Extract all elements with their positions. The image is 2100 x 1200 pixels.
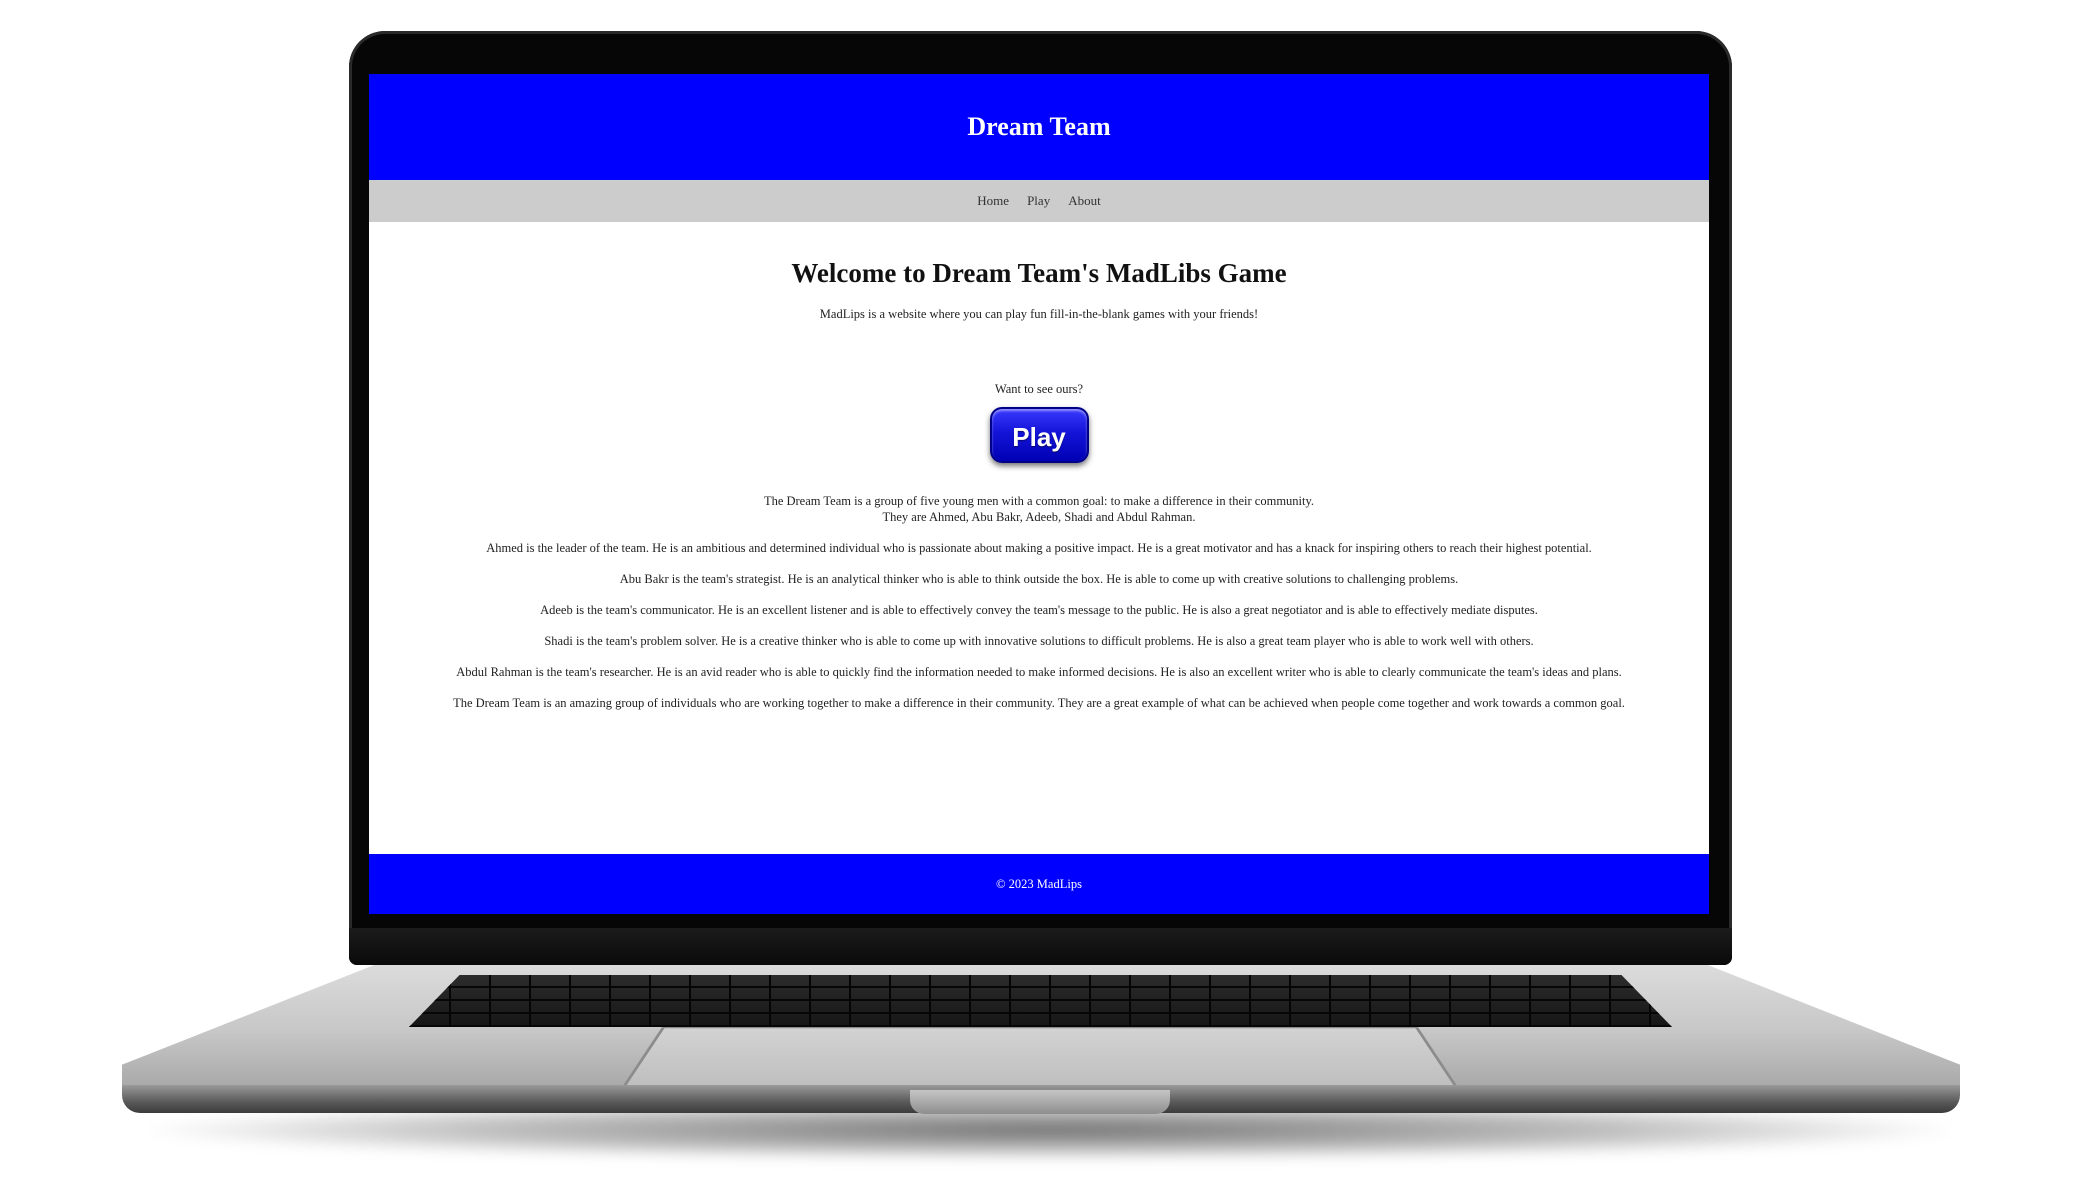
site-title: Dream Team [967,112,1111,141]
team-summary-line-2: They are Ahmed, Abu Bakr, Adeeb, Shadi a… [882,510,1196,524]
play-button[interactable]: Play [989,407,1089,463]
laptop-lid-chin [349,928,1732,965]
want-prompt: Want to see ours? [994,382,1084,396]
team-summary-line-1: The Dream Team is a group of five young … [763,494,1315,508]
bio-ahmed: Ahmed is the leader of the team. He is a… [486,541,1592,555]
nav-link-play[interactable]: Play [1027,193,1050,209]
laptop-notch [910,1090,1170,1114]
bio-abu-bakr: Abu Bakr is the team's strategist. He is… [619,572,1459,586]
site-footer: © 2023 MadLips [369,854,1709,914]
site-nav: Home Play About [369,180,1709,222]
team-summary: The Dream Team is a group of five young … [369,493,1709,525]
bio-abdul-rahman: Abdul Rahman is the team's researcher. H… [456,665,1622,679]
bio-shadi: Shadi is the team's problem solver. He i… [544,634,1534,648]
site-header: Dream Team [369,74,1709,180]
copyright-text: © 2023 MadLips [996,876,1082,891]
main-content: Welcome to Dream Team's MadLibs Game Mad… [369,222,1709,854]
team-conclusion: The Dream Team is an amazing group of in… [453,696,1625,710]
intro-text: MadLips is a website where you can play … [819,307,1259,321]
bio-adeeb: Adeeb is the team's communicator. He is … [540,603,1538,617]
nav-link-home[interactable]: Home [977,193,1009,209]
laptop-screen: Dream Team Home Play About Welcome to Dr… [369,74,1709,914]
nav-link-about[interactable]: About [1068,193,1101,209]
welcome-heading: Welcome to Dream Team's MadLibs Game [791,258,1287,288]
laptop-keyboard [409,975,1672,1027]
laptop-trackpad [620,1027,1460,1090]
